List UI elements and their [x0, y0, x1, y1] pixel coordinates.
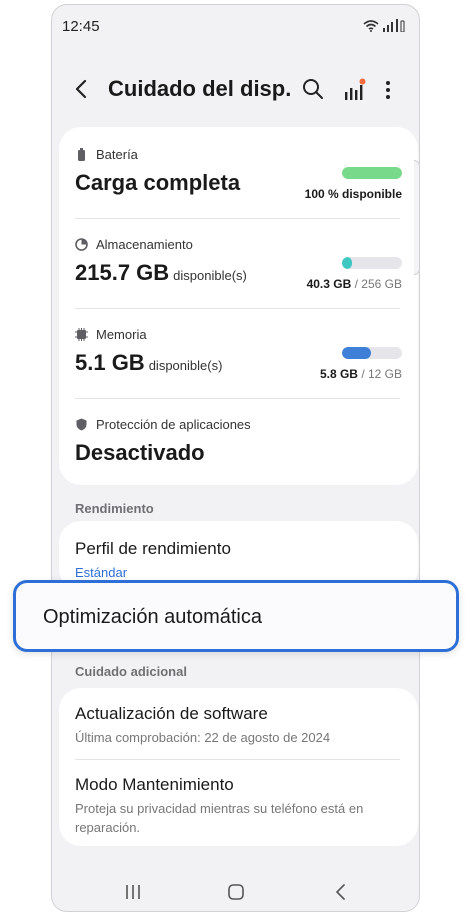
storage-row[interactable]: Almacenamiento 215.7 GB disponible(s) 40.…	[75, 237, 402, 307]
battery-caption: 100 % disponible	[304, 187, 402, 201]
memory-bar-fill	[342, 347, 371, 359]
navigation-bar	[52, 873, 419, 911]
home-icon[interactable]	[227, 883, 245, 901]
divider	[75, 398, 400, 399]
wifi-icon	[363, 20, 379, 32]
software-update-item[interactable]: Actualización de software Última comprob…	[75, 704, 402, 747]
more-icon[interactable]	[382, 78, 394, 102]
maintenance-mode-item[interactable]: Modo Mantenimiento Proteja su privacidad…	[75, 775, 398, 837]
battery-bar	[342, 167, 402, 179]
memory-unit: disponible(s)	[148, 358, 223, 373]
memory-amount: 5.1 GB	[75, 350, 145, 375]
report-icon[interactable]	[342, 78, 366, 102]
storage-label: Almacenamiento	[96, 237, 193, 252]
shield-icon	[76, 418, 87, 431]
device-status-card: Batería Carga completa 100 % disponible …	[59, 127, 418, 485]
storage-total: / 256 GB	[354, 277, 402, 291]
memory-total: / 12 GB	[361, 367, 402, 381]
maintenance-mode-sub: Proteja su privacidad mientras su teléfo…	[75, 801, 364, 835]
section-header-extra-care: Cuidado adicional	[75, 664, 187, 679]
battery-bar-fill	[342, 167, 402, 179]
maintenance-mode-title: Modo Mantenimiento	[75, 775, 234, 794]
memory-row[interactable]: Memoria 5.1 GB disponible(s) 5.8 GB / 12 …	[75, 327, 402, 397]
divider	[75, 308, 400, 309]
search-icon[interactable]	[302, 78, 324, 100]
storage-bar	[342, 257, 402, 269]
app-bar: Cuidado del disp...	[52, 67, 419, 115]
status-bar: 12:45	[52, 5, 419, 45]
auto-optimization-item[interactable]: Optimización automática	[13, 580, 459, 652]
storage-used: 40.3 GB	[306, 277, 352, 291]
back-icon[interactable]	[70, 77, 94, 101]
battery-row[interactable]: Batería Carga completa 100 % disponible	[75, 147, 402, 217]
memory-icon	[75, 328, 88, 341]
storage-unit: disponible(s)	[173, 268, 247, 283]
storage-amount: 215.7 GB	[75, 260, 170, 285]
side-scroll-handle[interactable]	[414, 160, 420, 275]
performance-profile-item[interactable]: Perfil de rendimiento Estándar	[75, 539, 402, 582]
app-protection-value: Desactivado	[75, 440, 205, 465]
nav-back-icon[interactable]	[332, 883, 350, 901]
divider	[75, 218, 400, 219]
section-header-performance: Rendimiento	[75, 501, 154, 516]
app-protection-row[interactable]: Protección de aplicaciones Desactivado	[75, 417, 402, 477]
memory-label: Memoria	[96, 327, 147, 342]
recents-icon[interactable]	[124, 883, 142, 901]
signal-icon	[383, 19, 405, 32]
memory-used: 5.8 GB	[319, 367, 358, 381]
storage-bar-fill	[342, 257, 352, 269]
battery-icon	[78, 148, 85, 161]
extra-care-card: Actualización de software Última comprob…	[59, 688, 418, 846]
status-icons	[363, 19, 405, 32]
auto-optimization-label: Optimización automática	[43, 606, 262, 628]
performance-profile-title: Perfil de rendimiento	[75, 539, 231, 558]
storage-caption: 40.3 GB / 256 GB	[307, 277, 402, 291]
status-time: 12:45	[62, 18, 100, 35]
memory-bar	[342, 347, 402, 359]
memory-caption: 5.8 GB / 12 GB	[320, 367, 402, 381]
battery-label: Batería	[96, 147, 138, 162]
phone-screen: 12:45 Cuidado del disp... Batería Carga …	[51, 4, 420, 912]
app-protection-label: Protección de aplicaciones	[96, 417, 251, 432]
software-update-sub: Última comprobación: 22 de agosto de 202…	[75, 730, 331, 745]
storage-icon	[75, 238, 88, 251]
page-title: Cuidado del disp...	[108, 76, 292, 101]
divider	[75, 759, 400, 760]
software-update-title: Actualización de software	[75, 704, 268, 723]
